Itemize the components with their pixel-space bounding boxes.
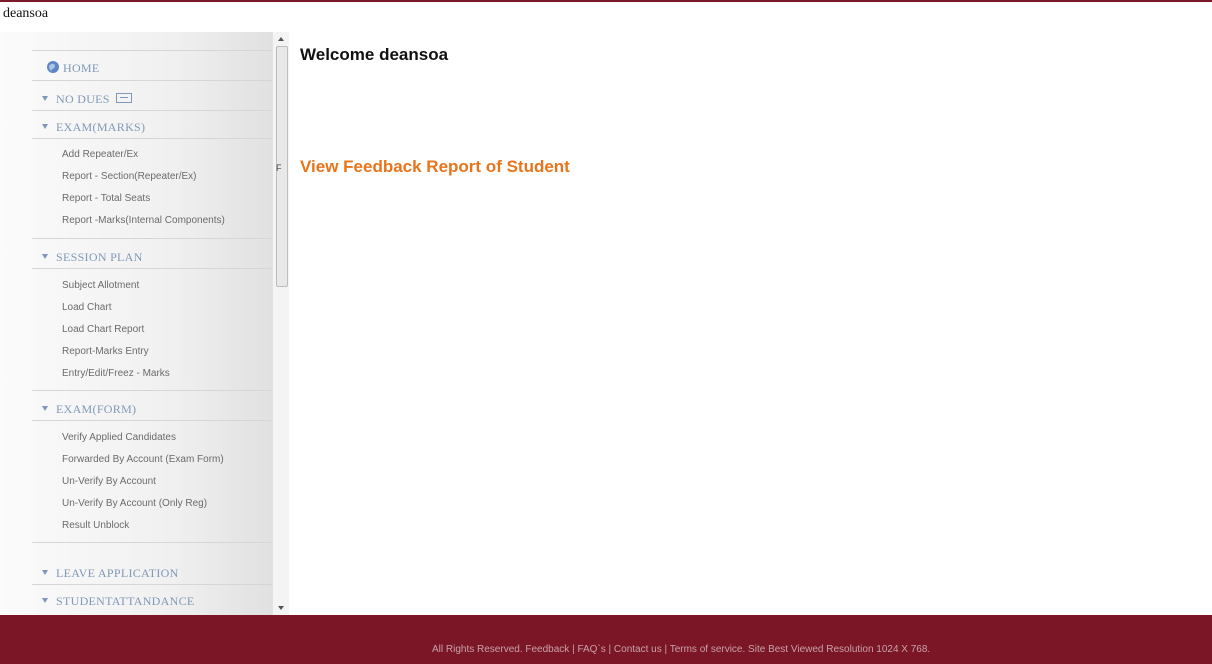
sidebar-item-subject-allotment[interactable]: Subject Allotment <box>62 280 139 291</box>
sidebar-section-title: STUDENTATTANDANCE <box>56 594 195 608</box>
expand-arrow-icon <box>42 254 48 259</box>
sidebar-section-session-plan[interactable]: SESSION PLAN <box>42 250 143 265</box>
footer-text: All Rights Reserved. Feedback | FAQ`s | … <box>432 644 931 655</box>
divider <box>32 50 272 51</box>
divider <box>32 420 272 421</box>
sidebar-section-exam-form[interactable]: EXAM(FORM) <box>42 402 136 417</box>
divider <box>32 110 272 111</box>
expand-arrow-icon <box>42 96 48 101</box>
expand-arrow-icon <box>42 598 48 603</box>
sidebar-item-report-total-seats[interactable]: Report - Total Seats <box>62 193 150 204</box>
sidebar-vertical-scrollbar[interactable] <box>272 32 289 615</box>
footer: All Rights Reserved. Feedback | FAQ`s | … <box>0 615 1212 664</box>
globe-icon <box>47 61 59 73</box>
divider <box>32 138 272 139</box>
divider <box>32 268 272 269</box>
sidebar-item-load-chart-report[interactable]: Load Chart Report <box>62 324 144 335</box>
sidebar-item-un-verify-only-reg[interactable]: Un-Verify By Account (Only Reg) <box>62 498 207 509</box>
sidebar-section-title: SESSION PLAN <box>56 250 143 264</box>
divider <box>32 390 272 391</box>
view-feedback-report-link[interactable]: View Feedback Report of Student <box>300 157 570 177</box>
sidebar-section-leave-application[interactable]: LEAVE APPLICATION <box>42 566 179 581</box>
frame-marker: F <box>276 163 282 173</box>
sidebar-item-home[interactable]: HOME <box>46 60 100 76</box>
sidebar-item-report-marks-entry[interactable]: Report-Marks Entry <box>62 346 149 357</box>
sidebar-section-title: EXAM(MARKS) <box>56 120 146 134</box>
welcome-heading: Welcome deansoa <box>300 45 448 65</box>
sidebar-item-entry-edit-freez[interactable]: Entry/Edit/Freez - Marks <box>62 368 170 379</box>
divider <box>32 542 272 543</box>
sidebar-item-label: HOME <box>63 61 100 75</box>
welcome-username: deansoa <box>379 45 449 64</box>
sidebar-item-add-repeater[interactable]: Add Repeater/Ex <box>62 149 138 160</box>
sidebar: HOME NO DUES EXAM(MARKS) Add Repeater/Ex… <box>0 32 289 630</box>
scroll-up-arrow-icon[interactable] <box>278 37 284 41</box>
sidebar-section-title: EXAM(FORM) <box>56 402 137 416</box>
sidebar-item-forwarded-by-account[interactable]: Forwarded By Account (Exam Form) <box>62 454 224 465</box>
sidebar-item-result-unblock[interactable]: Result Unblock <box>62 520 129 531</box>
username-label: deansoa <box>3 6 49 21</box>
expand-arrow-icon <box>42 124 48 129</box>
sidebar-item-report-section[interactable]: Report - Section(Repeater/Ex) <box>62 171 197 182</box>
sidebar-section-no-dues[interactable]: NO DUES <box>42 92 132 107</box>
divider <box>32 584 272 585</box>
divider <box>32 238 272 239</box>
sidebar-section-title: NO DUES <box>56 92 110 106</box>
scroll-down-arrow-icon[interactable] <box>278 606 284 610</box>
sidebar-section-title: LEAVE APPLICATION <box>56 566 179 580</box>
mail-icon <box>115 93 132 103</box>
sidebar-section-exam-marks[interactable]: EXAM(MARKS) <box>42 120 145 135</box>
sidebar-section-student-attendance[interactable]: STUDENTATTANDANCE <box>42 594 195 609</box>
expand-arrow-icon <box>42 570 48 575</box>
sidebar-item-un-verify-by-account[interactable]: Un-Verify By Account <box>62 476 156 487</box>
sidebar-item-load-chart[interactable]: Load Chart <box>62 302 111 313</box>
divider <box>32 80 272 81</box>
welcome-prefix: Welcome <box>300 45 375 64</box>
expand-arrow-icon <box>42 406 48 411</box>
sidebar-item-verify-applied[interactable]: Verify Applied Candidates <box>62 432 176 443</box>
sidebar-item-report-marks[interactable]: Report -Marks(Internal Components) <box>62 215 225 226</box>
top-border <box>0 0 1212 2</box>
